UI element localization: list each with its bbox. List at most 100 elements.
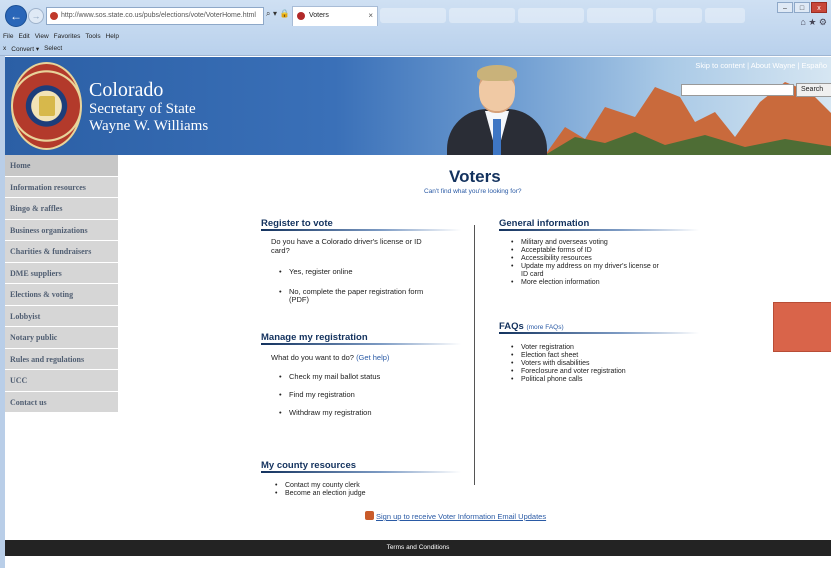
menu-favorites[interactable]: Favorites	[54, 33, 81, 40]
get-help-link[interactable]: (Get help)	[356, 353, 389, 362]
county-list: Contact my county clerk Become an electi…	[275, 482, 366, 498]
faqs-list: Voter registration Election fact sheet V…	[511, 344, 626, 384]
register-paper-link[interactable]: No, complete the paper registration form…	[279, 288, 423, 304]
manage-question: What do you want to do?	[271, 353, 354, 362]
address-bar[interactable]: http://www.sos.state.co.us/pubs/election…	[46, 7, 264, 25]
update-address-link[interactable]: Update my address on my driver's license…	[511, 263, 659, 279]
more-election-info-link[interactable]: More election information	[511, 279, 659, 287]
sidebar-item-contact-us[interactable]: Contact us	[5, 391, 118, 413]
search-button[interactable]: Search	[796, 83, 831, 97]
faqs-heading-row: FAQs (more FAQs)	[499, 321, 564, 332]
portrait-tie	[493, 119, 501, 155]
tab-close-icon[interactable]: ×	[368, 7, 373, 25]
menu-view[interactable]: View	[35, 33, 49, 40]
contact-county-clerk-link[interactable]: Contact my county clerk	[275, 482, 366, 490]
background-tab[interactable]	[518, 8, 584, 23]
search-input[interactable]	[681, 84, 794, 96]
email-updates-icon	[365, 511, 374, 520]
browser-toolbar-icons[interactable]: ⌂ ★ ⚙	[800, 17, 827, 28]
register-paper-line1: No, complete the paper registration form	[289, 287, 424, 296]
menu-tools[interactable]: Tools	[85, 33, 100, 40]
register-question: Do you have a Colorado driver's license …	[271, 237, 422, 255]
faq-foreclosure-link[interactable]: Foreclosure and voter registration	[511, 368, 626, 376]
election-judge-link[interactable]: Become an election judge	[275, 490, 366, 498]
faq-voter-registration-link[interactable]: Voter registration	[511, 344, 626, 352]
update-address-line2: ID card	[521, 271, 544, 278]
secretary-portrait-image	[447, 65, 547, 155]
military-overseas-link[interactable]: Military and overseas voting	[511, 239, 659, 247]
tab-favicon-icon	[297, 12, 305, 20]
menu-file[interactable]: File	[3, 33, 13, 40]
footer-bar: Terms and Conditions	[5, 540, 831, 556]
accessibility-link[interactable]: Accessibility resources	[511, 255, 659, 263]
sidebar-item-lobbyist[interactable]: Lobbyist	[5, 305, 118, 327]
close-command-icon[interactable]: x	[3, 45, 6, 53]
check-ballot-status-link[interactable]: Check my mail ballot status	[279, 373, 380, 382]
minimize-icon[interactable]: –	[777, 2, 793, 13]
more-faqs-link[interactable]: (more FAQs)	[526, 324, 563, 331]
faq-voters-disabilities-link[interactable]: Voters with disabilities	[511, 360, 626, 368]
cant-find-link[interactable]: Can't find what you're looking for?	[424, 188, 522, 195]
forward-arrow-icon[interactable]: →	[28, 8, 44, 24]
background-tab[interactable]	[656, 8, 702, 23]
colorado-seal-logo[interactable]	[11, 62, 82, 150]
sidebar-item-notary-public[interactable]: Notary public	[5, 327, 118, 349]
header-links[interactable]: Skip to content | About Wayne | Españo	[695, 61, 827, 70]
browser-command-bar: x Convert ▾ Select	[3, 45, 62, 53]
menu-edit[interactable]: Edit	[18, 33, 29, 40]
general-heading[interactable]: General information	[499, 218, 589, 229]
column-divider	[474, 225, 475, 485]
find-registration-link[interactable]: Find my registration	[279, 391, 380, 400]
register-options: Yes, register online	[279, 268, 353, 277]
sidebar-item-bingo-raffles[interactable]: Bingo & raffles	[5, 198, 118, 220]
sidebar-item-dme-suppliers[interactable]: DME suppliers	[5, 262, 118, 284]
update-address-line1: Update my address on my driver's license…	[521, 263, 659, 270]
faqs-heading[interactable]: FAQs	[499, 321, 524, 332]
register-question-line1: Do you have a Colorado driver's license …	[271, 237, 422, 246]
sidebar-item-home[interactable]: Home	[5, 155, 118, 177]
faq-election-fact-sheet-link[interactable]: Election fact sheet	[511, 352, 626, 360]
browser-menu-bar: File Edit View Favorites Tools Help	[3, 33, 119, 40]
org-name[interactable]: Colorado Secretary of State Wayne W. Wil…	[89, 79, 208, 134]
sidebar-item-rules-regulations[interactable]: Rules and regulations	[5, 348, 118, 370]
email-updates-link[interactable]: Sign up to receive Voter Information Ema…	[376, 512, 546, 521]
general-heading-rule	[499, 229, 699, 231]
acceptable-id-link[interactable]: Acceptable forms of ID	[511, 247, 659, 255]
background-tab[interactable]	[705, 8, 745, 23]
maximize-icon[interactable]: □	[794, 2, 810, 13]
manage-list: Check my mail ballot status Find my regi…	[279, 373, 380, 418]
register-heading[interactable]: Register to vote	[261, 218, 333, 229]
sidebar-item-charities-fundraisers[interactable]: Charities & fundraisers	[5, 241, 118, 263]
register-question-line2: card?	[271, 246, 290, 255]
tab-title: Voters	[309, 12, 329, 19]
register-online-link[interactable]: Yes, register online	[279, 268, 353, 277]
county-heading[interactable]: My county resources	[261, 460, 356, 471]
background-tab[interactable]	[449, 8, 515, 23]
sidebar-item-elections-voting[interactable]: Elections & voting	[5, 284, 118, 306]
org-name-line3: Wayne W. Williams	[89, 117, 209, 134]
convert-button[interactable]: Convert ▾	[11, 45, 39, 53]
withdraw-registration-link[interactable]: Withdraw my registration	[279, 409, 380, 418]
sidebar-item-business-organizations[interactable]: Business organizations	[5, 219, 118, 241]
window-controls: – □ x	[777, 2, 827, 13]
sidebar-item-information-resources[interactable]: Information resources	[5, 176, 118, 198]
select-button[interactable]: Select	[44, 45, 62, 53]
main-content: Voters Can't find what you're looking fo…	[118, 155, 831, 540]
background-tab[interactable]	[587, 8, 653, 23]
manage-heading[interactable]: Manage my registration	[261, 332, 368, 343]
tab-voters[interactable]: Voters ×	[292, 6, 378, 26]
site-banner: Colorado Secretary of State Wayne W. Wil…	[5, 57, 831, 155]
sidebar-item-ucc[interactable]: UCC	[5, 370, 118, 392]
seal-shield-icon	[39, 96, 55, 116]
register-heading-rule	[261, 229, 461, 231]
site-favicon-icon	[50, 12, 58, 20]
back-arrow-icon[interactable]: ←	[5, 5, 27, 27]
register-options-paper: No, complete the paper registration form…	[279, 288, 423, 304]
menu-help[interactable]: Help	[106, 33, 119, 40]
close-window-icon[interactable]: x	[811, 2, 827, 13]
background-tab[interactable]	[380, 8, 446, 23]
faq-political-calls-link[interactable]: Political phone calls	[511, 376, 626, 384]
terms-link[interactable]: Terms and Conditions	[387, 544, 450, 551]
browser-chrome: ← → http://www.sos.state.co.us/pubs/elec…	[0, 0, 831, 56]
org-name-line1: Colorado	[89, 79, 164, 101]
